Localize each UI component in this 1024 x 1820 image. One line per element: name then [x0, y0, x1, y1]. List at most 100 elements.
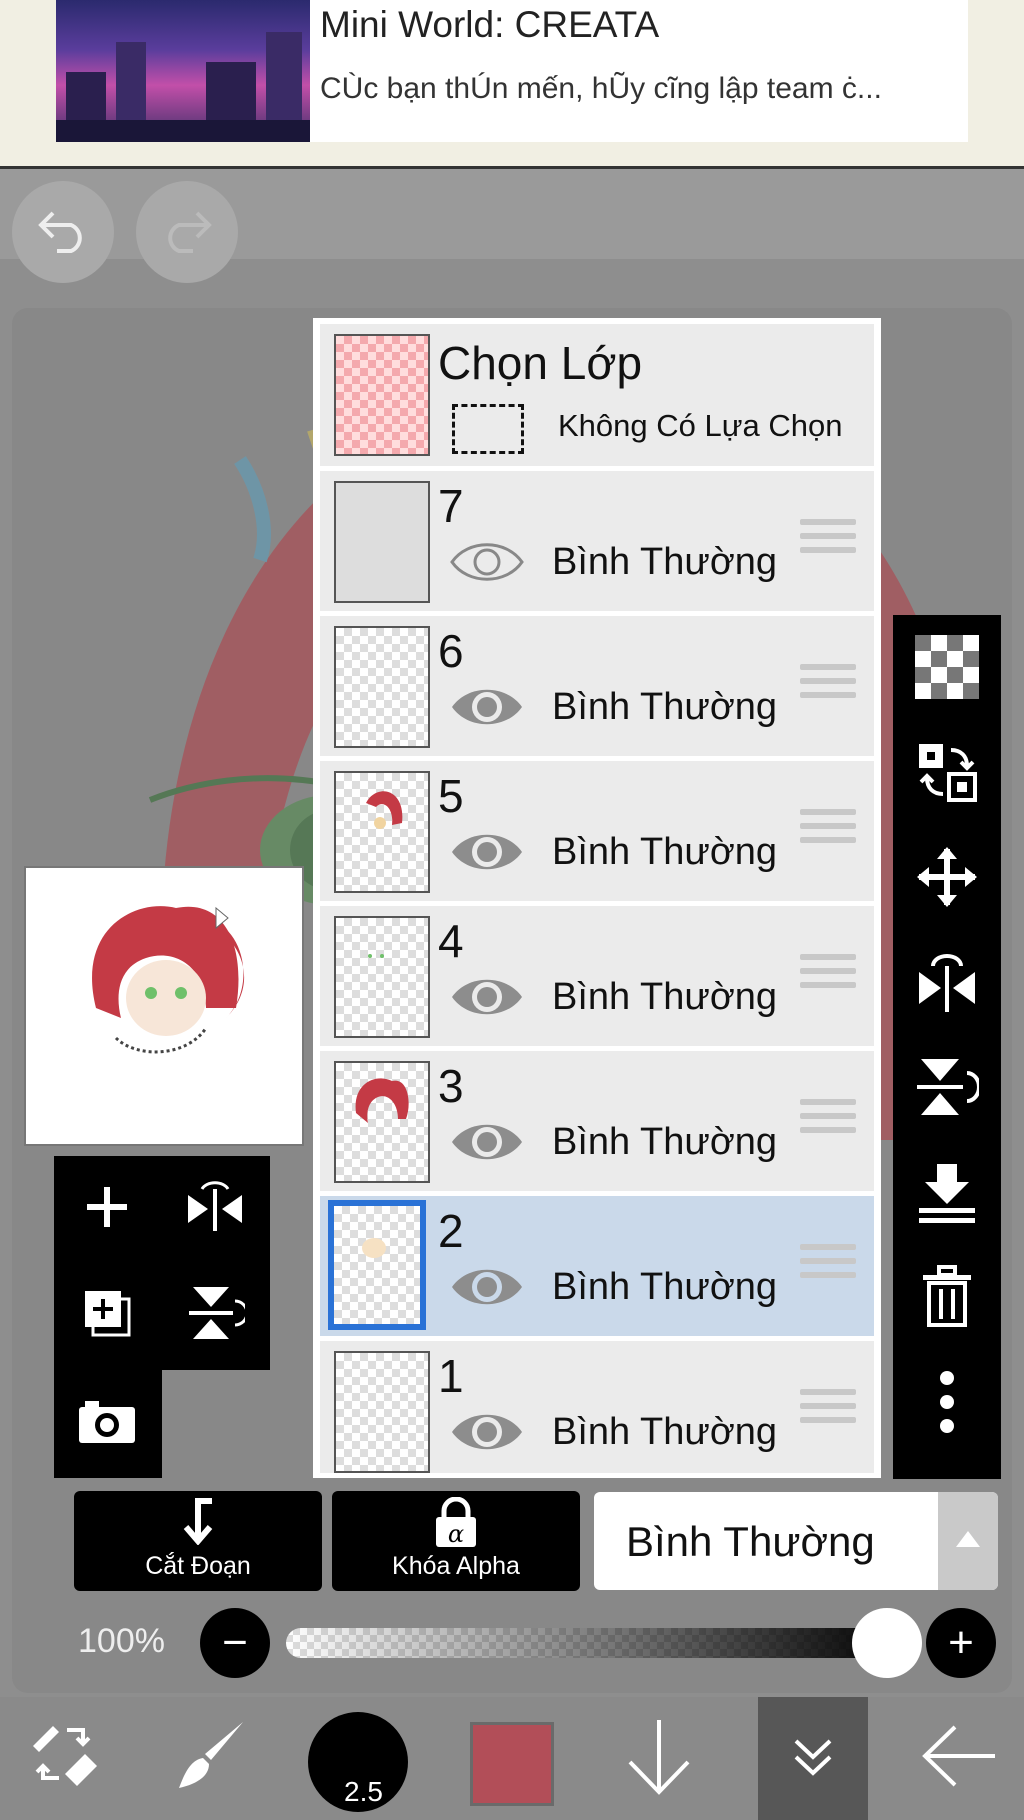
layer-thumbnail	[334, 1061, 430, 1183]
back-button[interactable]	[904, 1697, 1014, 1820]
drag-handle-icon[interactable]	[800, 519, 856, 561]
triangle-up-icon	[954, 1529, 982, 1554]
brush-icon	[171, 1716, 251, 1801]
delete-layer-button[interactable]	[893, 1247, 1001, 1352]
flip-horizontal-icon	[915, 950, 979, 1019]
alpha-lock-button[interactable]: α Khóa Alpha	[332, 1491, 580, 1591]
brush-tool-button[interactable]	[156, 1697, 266, 1820]
checkerboard-icon	[915, 635, 979, 704]
layer-row-7[interactable]: 7 Bình Thường	[320, 471, 874, 611]
flip-horizontal-icon	[184, 1179, 246, 1240]
redo-icon	[159, 207, 215, 258]
ad-image[interactable]	[56, 0, 310, 142]
blend-mode-select[interactable]: Bình Thường	[594, 1492, 998, 1590]
flip-vertical-icon	[185, 1283, 249, 1348]
layer-number: 2	[438, 1205, 464, 1257]
eye-icon[interactable]	[450, 972, 524, 1022]
flip-vertical-button[interactable]	[170, 1270, 260, 1360]
layer-blend-mode: Bình Thường	[552, 1121, 778, 1163]
layer-row-4[interactable]: 4 Bình Thường	[320, 906, 874, 1046]
eye-hidden-icon[interactable]	[450, 537, 524, 587]
layer-blend-mode: Bình Thường	[552, 831, 778, 873]
camera-button[interactable]	[62, 1378, 152, 1468]
alpha-lock-icon: α	[434, 1496, 478, 1554]
selection-layer-title: Chọn Lớp	[438, 337, 643, 389]
layer-number: 3	[438, 1060, 464, 1112]
swap-layer-icon	[915, 740, 979, 809]
drag-handle-icon[interactable]	[800, 1099, 856, 1141]
layer-row-6[interactable]: 6 Bình Thường	[320, 616, 874, 756]
flip-vertical-icon	[915, 1055, 981, 1124]
layer-row-5[interactable]: 5 Bình Thường	[320, 761, 874, 901]
clipping-button[interactable]: Cắt Đoạn	[74, 1491, 322, 1591]
layer-number: 1	[438, 1350, 464, 1402]
drag-handle-icon[interactable]	[800, 809, 856, 851]
add-copy-layer-icon	[79, 1285, 135, 1346]
eye-icon[interactable]	[450, 827, 524, 877]
clipping-label: Cắt Đoạn	[145, 1552, 251, 1580]
brush-size-value: 2.5	[344, 1776, 383, 1807]
double-chevron-down-icon	[788, 1731, 838, 1786]
more-vertical-icon	[937, 1370, 957, 1439]
flip-layer-vertical-button[interactable]	[893, 1037, 1001, 1142]
opacity-slider-knob[interactable]	[852, 1608, 922, 1678]
brush-size-indicator[interactable]: 2.5	[308, 1712, 408, 1812]
selection-marquee-icon	[452, 404, 524, 454]
layer-number: 4	[438, 915, 464, 967]
layer-row-3[interactable]: 3 Bình Thường	[320, 1051, 874, 1191]
layer-thumbnail	[334, 916, 430, 1038]
layer-blend-mode: Bình Thường	[552, 1411, 778, 1453]
layer-blend-mode: Bình Thường	[552, 976, 778, 1018]
transparent-fill-button[interactable]	[893, 617, 1001, 722]
plus-icon	[83, 1183, 131, 1236]
swap-layer-button[interactable]	[893, 722, 1001, 827]
eye-icon[interactable]	[450, 1117, 524, 1167]
ad-subtitle[interactable]: CÙc bạn thÚn mến, hŨy cĩng lập team ċ...	[320, 72, 882, 106]
add-copy-layer-button[interactable]	[62, 1270, 152, 1360]
layer-number: 5	[438, 770, 464, 822]
drag-handle-icon[interactable]	[800, 664, 856, 706]
more-options-button[interactable]	[893, 1352, 1001, 1457]
selection-layer-thumbnail	[334, 334, 430, 456]
canvas-preview[interactable]	[24, 866, 304, 1146]
opacity-increase-button[interactable]: +	[926, 1608, 996, 1678]
undo-icon	[35, 207, 91, 258]
undo-button[interactable]	[12, 181, 114, 283]
layer-blend-mode: Bình Thường	[552, 686, 778, 728]
add-layer-button[interactable]	[62, 1164, 152, 1254]
layer-thumbnail	[328, 1200, 426, 1330]
layer-blend-mode: Bình Thường	[552, 1266, 778, 1308]
redo-button[interactable]	[136, 181, 238, 283]
layer-row-1[interactable]: 1 Bình Thường	[320, 1341, 874, 1473]
drag-handle-icon[interactable]	[800, 1389, 856, 1431]
layer-row-2[interactable]: 2 Bình Thường	[320, 1196, 874, 1336]
camera-icon	[77, 1397, 137, 1450]
eye-icon[interactable]	[450, 1407, 524, 1457]
flip-layer-horizontal-button[interactable]	[893, 932, 1001, 1037]
layer-side-toolbar	[893, 615, 1001, 1479]
move-button[interactable]	[893, 827, 1001, 932]
flip-horizontal-button[interactable]	[170, 1164, 260, 1254]
layers-menu-button[interactable]	[758, 1697, 868, 1820]
merge-down-icon	[915, 1160, 979, 1229]
eye-icon[interactable]	[450, 682, 524, 732]
color-swatch[interactable]	[470, 1722, 554, 1806]
plus-icon: +	[948, 1618, 974, 1667]
tool-switch-button[interactable]	[10, 1697, 120, 1820]
selection-layer-row[interactable]: Chọn Lớp Không Có Lựa Chọn	[320, 324, 874, 466]
layer-blend-mode: Bình Thường	[552, 541, 778, 583]
merge-down-button[interactable]	[893, 1142, 1001, 1247]
down-arrow-button[interactable]	[604, 1697, 714, 1820]
opacity-decrease-button[interactable]: −	[200, 1608, 270, 1678]
drag-handle-icon[interactable]	[800, 1244, 856, 1286]
opacity-slider[interactable]	[286, 1628, 900, 1658]
minus-icon: −	[222, 1618, 248, 1667]
opacity-value: 100%	[78, 1622, 165, 1660]
selection-status: Không Có Lựa Chọn	[558, 408, 843, 443]
drag-handle-icon[interactable]	[800, 954, 856, 996]
blend-mode-dropdown-button[interactable]	[938, 1492, 998, 1590]
trash-icon	[919, 1265, 975, 1334]
brush-eraser-switch-icon	[25, 1716, 105, 1801]
ad-title[interactable]: Mini World: CREATA	[320, 4, 659, 46]
eye-icon[interactable]	[450, 1262, 524, 1312]
